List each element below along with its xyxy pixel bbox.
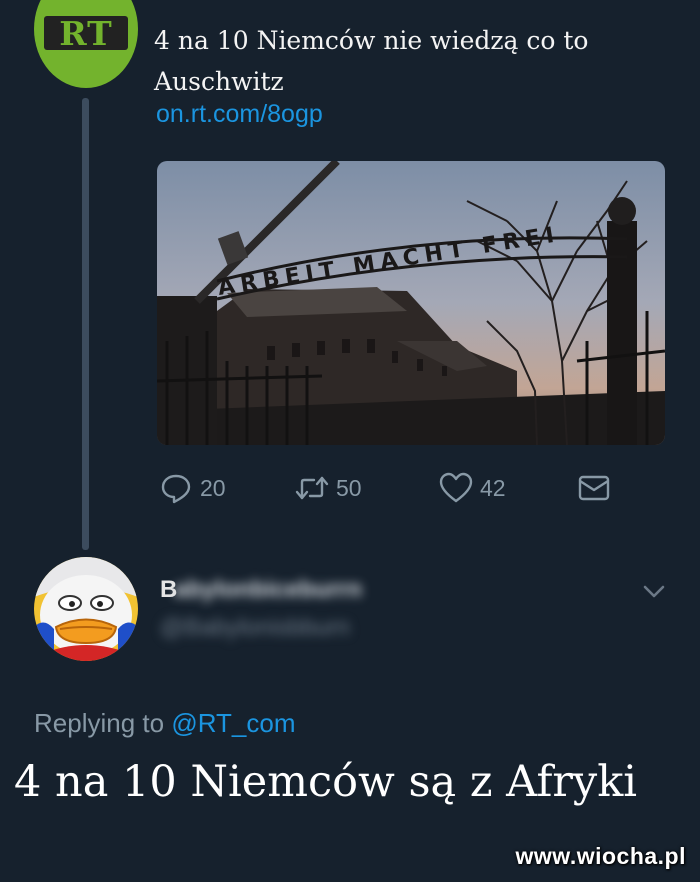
- rt-avatar[interactable]: RT: [34, 0, 138, 88]
- like-button[interactable]: 42: [438, 470, 506, 506]
- direct-message-icon: [578, 475, 610, 501]
- tweet-link[interactable]: on.rt.com/8ogp: [156, 100, 323, 129]
- reply-count: 20: [200, 474, 226, 501]
- retweet-icon: [295, 476, 329, 500]
- reply-button[interactable]: 20: [158, 470, 226, 506]
- replying-to-line: Replying to @RT_com: [34, 708, 295, 739]
- tweet-media-image[interactable]: ARBEIT MACHT FREI: [157, 161, 665, 445]
- replying-to-handle[interactable]: @RT_com: [171, 708, 295, 738]
- reply-icon: [161, 474, 191, 504]
- auschwitz-gate-photo: ARBEIT MACHT FREI: [157, 161, 665, 445]
- display-name-blurred: abylonbiceburrn: [174, 576, 363, 603]
- site-watermark: www.wiocha.pl: [515, 843, 686, 869]
- thread-connector-line: [82, 98, 89, 550]
- direct-message-button[interactable]: [576, 470, 612, 506]
- tweet-action-bar: 20 50 42: [158, 470, 628, 510]
- rt-logo-text: RT: [59, 13, 113, 53]
- like-icon: [439, 472, 473, 503]
- reply-handle-blurred: @Babylonisbburn: [160, 614, 350, 641]
- rt-logo: RT: [44, 16, 128, 50]
- retweet-button[interactable]: 50: [294, 470, 362, 506]
- reply-avatar[interactable]: [34, 557, 138, 661]
- replying-to-label: Replying to: [34, 708, 165, 738]
- retweet-count: 50: [336, 474, 362, 501]
- duck-avatar-image: [34, 557, 138, 661]
- tweet-text: 4 na 10 Niemców nie wiedzą co to Auschwi…: [154, 26, 589, 96]
- cut-off-tweet-header: ▪▪ ● ▪▪▪▪▪▪▪▪ · ▪▪▪: [150, 0, 480, 6]
- reply-text: 4 na 10 Niemców są z Afryki: [14, 757, 638, 807]
- chevron-down-icon[interactable]: [640, 577, 668, 605]
- like-count: 42: [480, 474, 506, 501]
